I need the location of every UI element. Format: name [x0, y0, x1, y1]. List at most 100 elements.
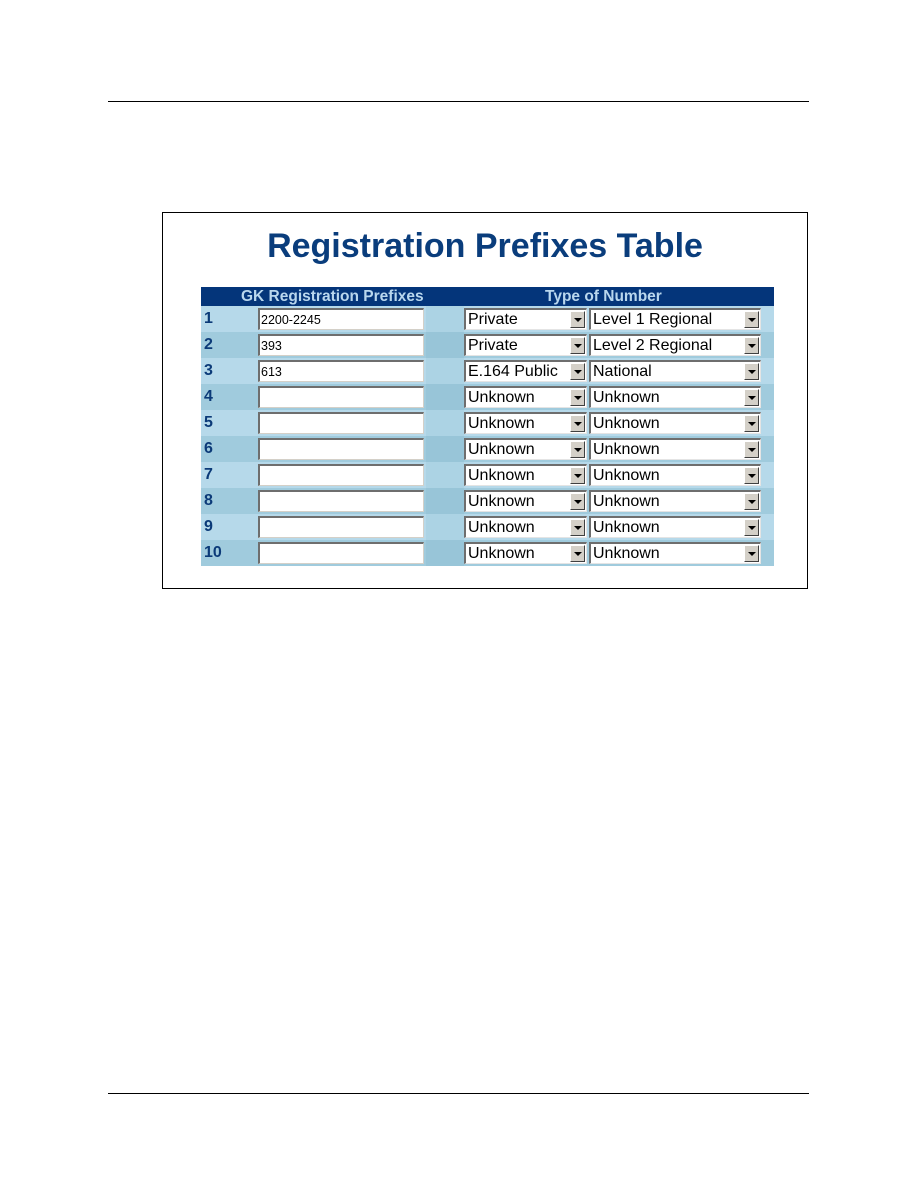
- table-row: 9 Unknown Unknown: [201, 514, 774, 540]
- numbering-plan-value: Unknown: [593, 545, 660, 562]
- numbering-plan-value: Unknown: [593, 441, 660, 458]
- row-number: 8: [204, 492, 213, 509]
- chevron-down-icon[interactable]: [570, 467, 585, 484]
- prefix-input[interactable]: [258, 464, 424, 486]
- table-row: 2 Private Level 2 Regional: [201, 332, 774, 358]
- chevron-down-icon[interactable]: [744, 493, 759, 510]
- row-number: 4: [204, 388, 213, 405]
- prefix-input[interactable]: [258, 438, 424, 460]
- prefix-input[interactable]: [258, 334, 424, 356]
- type-of-number-select[interactable]: E.164 Public: [464, 360, 587, 382]
- row-padding: [761, 384, 774, 410]
- numbering-plan-select[interactable]: National: [589, 360, 761, 382]
- row-padding: [761, 514, 774, 540]
- table-body: 1 Private Level 1 Regional 2 Private Level 2 …: [201, 306, 774, 566]
- numbering-plan-value: Unknown: [593, 493, 660, 510]
- row-padding: [761, 436, 774, 462]
- numbering-plan-select[interactable]: Unknown: [589, 490, 761, 512]
- numbering-plan-select[interactable]: Unknown: [589, 438, 761, 460]
- prefix-input[interactable]: [258, 542, 424, 564]
- table-row: 1 Private Level 1 Regional: [201, 306, 774, 332]
- footer-rule: [108, 1093, 809, 1094]
- numbering-plan-select[interactable]: Unknown: [589, 516, 761, 538]
- prefix-input[interactable]: [258, 490, 424, 512]
- row-number: 2: [204, 336, 213, 353]
- chevron-down-icon[interactable]: [744, 519, 759, 536]
- chevron-down-icon[interactable]: [744, 363, 759, 380]
- registration-prefixes-table: GK Registration Prefixes Type of Number …: [201, 287, 774, 566]
- prefix-input[interactable]: [258, 516, 424, 538]
- chevron-down-icon[interactable]: [570, 415, 585, 432]
- type-of-number-select[interactable]: Unknown: [464, 386, 587, 408]
- chevron-down-icon[interactable]: [744, 311, 759, 328]
- chevron-down-icon[interactable]: [570, 389, 585, 406]
- numbering-plan-select[interactable]: Level 1 Regional: [589, 308, 761, 330]
- column-spacer: [426, 540, 464, 566]
- chevron-down-icon[interactable]: [570, 311, 585, 328]
- prefix-input[interactable]: [258, 412, 424, 434]
- table-row: 3 E.164 Public National: [201, 358, 774, 384]
- numbering-plan-value: Level 2 Regional: [593, 337, 713, 354]
- type-of-number-select[interactable]: Unknown: [464, 542, 587, 564]
- header-gk-registration-prefixes: GK Registration Prefixes: [241, 288, 424, 305]
- type-of-number-select[interactable]: Unknown: [464, 464, 587, 486]
- chevron-down-icon[interactable]: [744, 415, 759, 432]
- header-rule: [108, 101, 809, 102]
- column-spacer: [426, 436, 464, 462]
- numbering-plan-select[interactable]: Unknown: [589, 542, 761, 564]
- table-row: 5 Unknown Unknown: [201, 410, 774, 436]
- chevron-down-icon[interactable]: [744, 467, 759, 484]
- numbering-plan-select[interactable]: Unknown: [589, 412, 761, 434]
- page-title: Registration Prefixes Table: [267, 227, 703, 265]
- column-spacer: [426, 332, 464, 358]
- chevron-down-icon[interactable]: [744, 545, 759, 562]
- type-of-number-value: Unknown: [468, 545, 535, 562]
- type-of-number-value: E.164 Public: [468, 363, 558, 380]
- table-row: 6 Unknown Unknown: [201, 436, 774, 462]
- chevron-down-icon[interactable]: [570, 337, 585, 354]
- numbering-plan-value: Unknown: [593, 389, 660, 406]
- table-row: 10 Unknown Unknown: [201, 540, 774, 566]
- type-of-number-select[interactable]: Unknown: [464, 516, 587, 538]
- type-of-number-select[interactable]: Unknown: [464, 490, 587, 512]
- chevron-down-icon[interactable]: [744, 389, 759, 406]
- table-row: 4 Unknown Unknown: [201, 384, 774, 410]
- numbering-plan-select[interactable]: Level 2 Regional: [589, 334, 761, 356]
- chevron-down-icon[interactable]: [570, 493, 585, 510]
- chevron-down-icon[interactable]: [570, 519, 585, 536]
- type-of-number-select[interactable]: Private: [464, 334, 587, 356]
- type-of-number-select[interactable]: Unknown: [464, 412, 587, 434]
- row-number: 7: [204, 466, 213, 483]
- chevron-down-icon[interactable]: [570, 363, 585, 380]
- row-padding: [761, 462, 774, 488]
- column-spacer: [426, 514, 464, 540]
- table-header: GK Registration Prefixes Type of Number: [201, 287, 774, 306]
- column-spacer: [426, 306, 464, 332]
- prefix-input[interactable]: [258, 308, 424, 330]
- type-of-number-value: Unknown: [468, 519, 535, 536]
- row-number: 10: [204, 544, 222, 561]
- numbering-plan-select[interactable]: Unknown: [589, 464, 761, 486]
- prefix-input[interactable]: [258, 386, 424, 408]
- column-spacer: [426, 462, 464, 488]
- prefix-input[interactable]: [258, 360, 424, 382]
- chevron-down-icon[interactable]: [744, 337, 759, 354]
- chevron-down-icon[interactable]: [744, 441, 759, 458]
- row-number: 5: [204, 414, 213, 431]
- column-spacer: [426, 410, 464, 436]
- figure-frame: Registration Prefixes Table GK Registrat…: [162, 212, 808, 589]
- type-of-number-select[interactable]: Unknown: [464, 438, 587, 460]
- column-spacer: [426, 488, 464, 514]
- numbering-plan-value: Unknown: [593, 519, 660, 536]
- chevron-down-icon[interactable]: [570, 545, 585, 562]
- numbering-plan-value: Level 1 Regional: [593, 311, 713, 328]
- chevron-down-icon[interactable]: [570, 441, 585, 458]
- column-spacer: [426, 384, 464, 410]
- type-of-number-select[interactable]: Private: [464, 308, 587, 330]
- row-number: 3: [204, 362, 213, 379]
- numbering-plan-select[interactable]: Unknown: [589, 386, 761, 408]
- header-type-of-number: Type of Number: [545, 288, 662, 305]
- row-number: 9: [204, 518, 213, 535]
- type-of-number-value: Unknown: [468, 415, 535, 432]
- type-of-number-value: Unknown: [468, 467, 535, 484]
